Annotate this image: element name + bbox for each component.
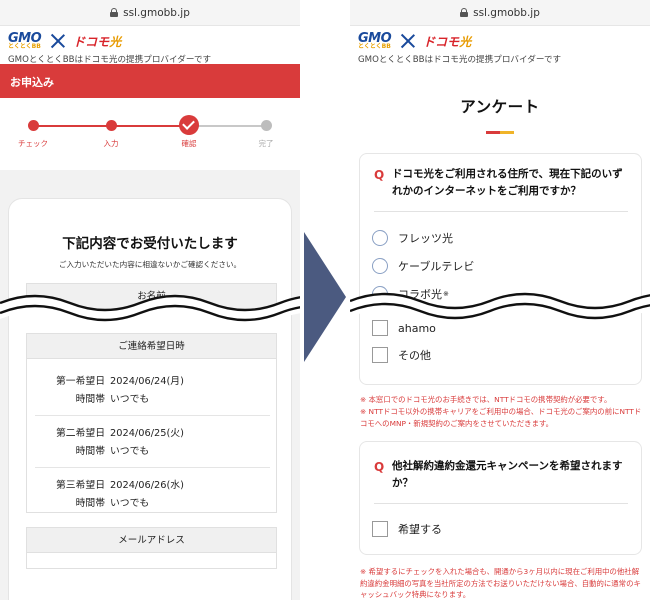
option-cable-tv[interactable]: ケーブルテレビ [372,258,474,274]
comparison-stage: ssl.gmobb.jp GMO とくとくBB ドコモ光 GMOとくとくBBはド… [0,0,650,600]
address-bar[interactable]: ssl.gmobb.jp [350,0,650,26]
row-divider [35,415,270,416]
option-flets[interactable]: フレッツ光 [372,230,453,246]
gmo-logo[interactable]: GMO とくとくBB [8,32,42,50]
row-divider [35,467,270,468]
gmo-sub-logo: とくとくBB [8,42,41,50]
cross-icon [401,34,415,48]
radio-button[interactable] [372,230,388,246]
contact-section-header: ご連絡希望日時 [26,333,277,359]
survey-title: アンケート [460,98,540,116]
step-label-check: チェック [18,139,48,148]
step-dot-input [106,120,117,131]
address-bar[interactable]: ssl.gmobb.jp [0,0,300,26]
step-current-check-icon [179,115,199,135]
brand-tagline: GMOとくとくBBはドコモ光の提携プロバイダーです [358,55,562,65]
brand-tagline: GMOとくとくBBはドコモ光の提携プロバイダーです [8,55,212,65]
email-section-header: メールアドレス [26,527,277,553]
question-mark-label: Q [374,168,385,182]
gmo-sub-logo: とくとくBB [358,42,391,50]
radio-button[interactable] [372,258,388,274]
step-dot-check [28,120,39,131]
q2-note: ※ 希望するにチェックを入れた場合も、開通から3ヶ月以内に現在ご利用中の他社解約… [360,567,641,599]
step-label-confirm: 確認 [181,139,197,148]
step-label-complete: 完了 [258,139,274,148]
lock-icon [460,8,469,17]
confirmation-card: 下記内容でお受付いたします ご入力いただいた内容に相違ないかご確認ください。 お… [8,198,292,600]
step-label-input: 入力 [103,139,119,148]
stepper-line-todo [189,125,266,127]
brand-header: GMO とくとくBB ドコモ光 GMOとくとくBBはドコモ光の提携プロバイダーで… [0,26,300,65]
q1-note-2: ※ NTTドコモ以外の携帯キャリアをご利用中の場合、ドコモ光のご案内の前にNTT… [360,407,642,428]
option-wish-campaign[interactable]: 希望する [372,521,442,537]
docomo-hikari-logo: ドコモ光 [423,34,472,49]
email-section-body [26,553,277,569]
question-mark-label: Q [374,460,385,474]
q1-note-1: ※ 本窓口でのドコモ光のお手続きでは、NTTドコモの携帯契約が必要です。 [360,395,612,404]
question-divider [374,211,628,212]
question-divider [374,503,628,504]
card-subtitle: ご入力いただいた内容に相違ないかご確認ください。 [58,260,242,269]
question-2-box: Q 他社解約違約金還元キャンペーンを希望されますか？ 希望する [359,441,642,555]
page-band-title: お申込み [0,64,300,98]
docomo-hikari-logo: ドコモ光 [73,34,122,49]
url-text: ssl.gmobb.jp [123,6,190,19]
gmo-logo[interactable]: GMO とくとくBB [358,32,392,50]
lock-icon [110,8,119,17]
content-break-wave [0,292,650,323]
question-2-text: 他社解約違約金還元キャンペーンを希望されますか？ [392,460,623,489]
progress-stepper: チェック 入力 確認 完了 [0,98,300,170]
option-other[interactable]: その他 [372,347,431,363]
url-text: ssl.gmobb.jp [473,6,540,19]
checkbox[interactable] [372,521,388,537]
question-1-box: Q ドコモ光をご利用される住所で、現在下記のいずれかのインターネットをご利用です… [359,153,642,385]
question-1-text: ドコモ光をご利用される住所で、現在下記のいずれかのインターネットをご利用ですか？ [392,168,623,197]
cross-icon [51,34,65,48]
step-dot-complete [261,120,272,131]
checkbox[interactable] [372,347,388,363]
brand-header: GMO とくとくBB ドコモ光 GMOとくとくBBはドコモ光の提携プロバイダーで… [350,26,650,65]
contact-section-body: 第一希望日 2024/06/24(月) 時間帯 いつでも 第二希望日 2024/… [26,359,277,513]
title-accent-bar [350,131,650,134]
card-title: 下記内容でお受付いたします [62,236,238,252]
